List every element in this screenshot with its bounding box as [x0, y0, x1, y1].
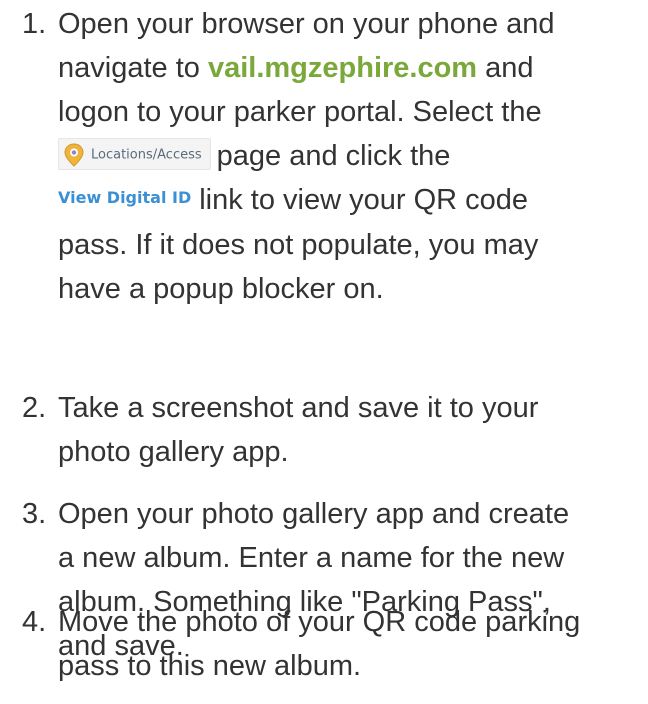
step-1: 1. Open your browser on your phone and n… [0, 2, 569, 311]
locations-access-label: Locations/Access [91, 147, 202, 163]
step-1-line-2-b: and [477, 52, 534, 84]
step-4: 4. Move the photo of your QR code parkin… [0, 600, 594, 688]
view-digital-id-link[interactable]: View Digital ID [58, 176, 191, 220]
step-3-line-2: a new album. Enter a name for the new [58, 542, 565, 574]
map-pin-icon [64, 143, 84, 167]
step-1-line-7: have a popup blocker on. [58, 273, 384, 306]
step-2: 2. Take a screenshot and save it to your… [0, 386, 552, 474]
step-1-line-4-text: page and click the [216, 140, 451, 172]
step-1-line-5-text: link to view your QR code [199, 184, 529, 216]
step-number: 4. [22, 606, 47, 638]
step-2-line-2: photo gallery app. [58, 436, 289, 468]
step-1-line-2: navigate to vail.mgzephire.com and [58, 46, 555, 90]
step-2-line-1: Take a screenshot and save it to your [58, 392, 539, 424]
step-3-line-1: Open your photo gallery app and create [58, 498, 570, 530]
step-number: 2. [22, 392, 47, 424]
step-1-line-1: Open your browser on your phone and [58, 8, 555, 40]
step-number: 3. [22, 498, 47, 530]
step-1-line-2-a: navigate to [58, 52, 208, 84]
locations-access-button[interactable]: Locations/Access [58, 138, 211, 171]
step-1-line-3: logon to your parker portal. Select the [58, 96, 542, 128]
step-4-line-1: Move the photo of your QR code parking [58, 606, 581, 638]
step-number: 1. [22, 8, 47, 40]
step-1-line-4: Locations/Access page and click the [58, 134, 555, 178]
portal-link[interactable]: vail.mgzephire.com [208, 52, 477, 84]
step-1-line-5: View Digital ID link to view your QR code [58, 178, 555, 223]
step-4-line-2: pass to this new album. [58, 650, 362, 682]
step-1-line-6: pass. If it does not populate, you may [58, 229, 539, 262]
